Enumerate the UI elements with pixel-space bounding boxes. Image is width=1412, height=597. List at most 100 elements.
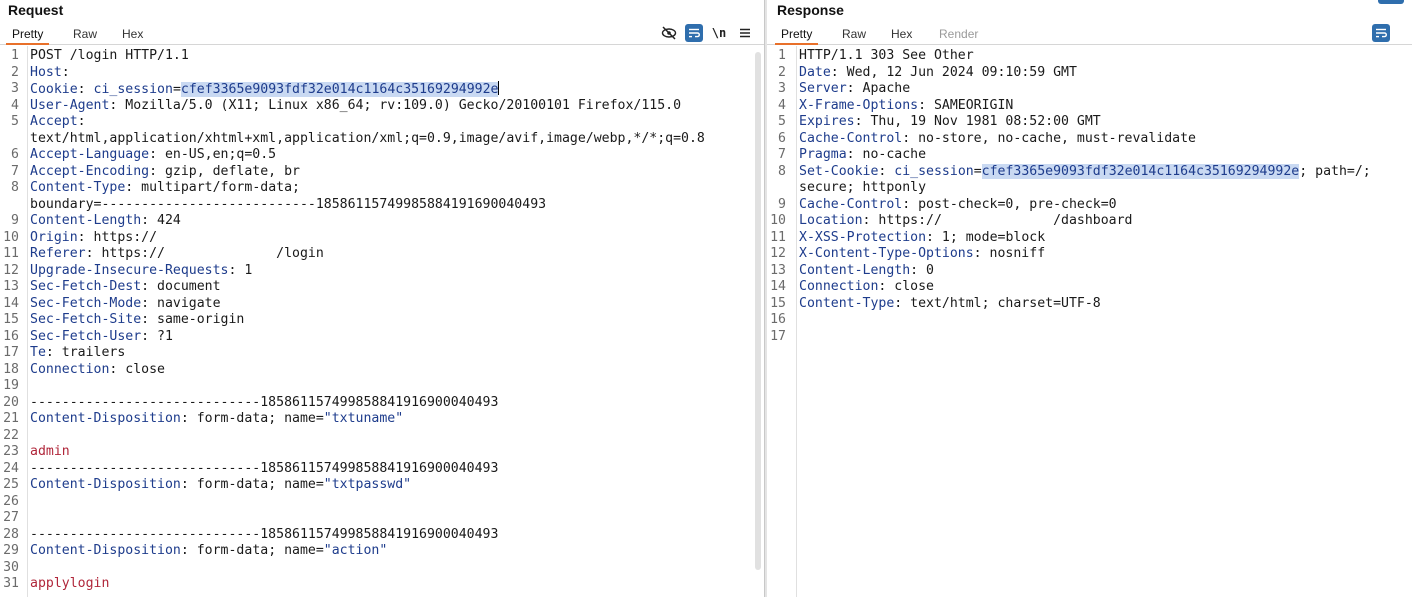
token: : 0: [910, 262, 934, 278]
line-number: 5: [11, 114, 19, 129]
line-text[interactable]: -----------------------------18586115749…: [30, 461, 498, 478]
line-text[interactable]: Te: trailers: [30, 345, 125, 362]
request-scrollbar[interactable]: [755, 52, 761, 570]
line-text[interactable]: boundary=---------------------------1858…: [30, 197, 546, 214]
line-text[interactable]: admin: [30, 444, 70, 461]
line-text[interactable]: Cookie: ci_session=cfef3365e9093fdf32e01…: [30, 81, 500, 99]
line-text[interactable]: Accept-Language: en-US,en;q=0.5: [30, 147, 276, 164]
response-pane: Response Pretty Raw Hex Render 1 HTTP/1.1…: [767, 0, 1412, 597]
highlighted-token: cfef3365e9093fdf32e014c1164c35169294992e: [981, 163, 1300, 179]
request-editor[interactable]: 1 POST /login HTTP/1.1 2 Host: 3 Cookie: ci_s…: [0, 46, 764, 597]
layout-toggle-icon[interactable]: [1378, 0, 1404, 4]
newline-toggle[interactable]: \n: [710, 24, 728, 42]
header-name: Upgrade-Insecure-Requests: [30, 262, 229, 278]
line-number: 30: [3, 559, 19, 575]
token: : close: [109, 361, 165, 377]
line-text[interactable]: Content-Disposition: form-data; name="ac…: [30, 543, 387, 560]
line-text[interactable]: HTTP/1.1 303 See Other: [799, 48, 974, 65]
line-text[interactable]: POST /login HTTP/1.1: [30, 48, 189, 65]
code-line: text/html,application/xhtml+xml,applicat…: [0, 131, 764, 148]
line-text[interactable]: Content-Length: 0: [799, 263, 934, 280]
token: : en-US,en;q=0.5: [149, 147, 277, 162]
line-text[interactable]: Location: https:// /dashboard: [799, 213, 1132, 230]
header-name: Referer: [30, 246, 86, 261]
line-text[interactable]: X-Content-Type-Options: nosniff: [799, 246, 1045, 263]
line-number: 12: [770, 246, 786, 261]
token: : multipart/form-data;: [125, 180, 300, 195]
line-text[interactable]: Referer: https:// /login: [30, 246, 324, 263]
eye-slash-icon[interactable]: [660, 24, 678, 42]
line-text[interactable]: Cache-Control: no-store, no-cache, must-…: [799, 131, 1196, 148]
token: -----------------------------18586115749…: [30, 526, 499, 542]
line-text[interactable]: Sec-Fetch-Site: same-origin: [30, 312, 244, 329]
line-text[interactable]: Sec-Fetch-User: ?1: [30, 329, 173, 346]
token: : text/html; charset=UTF-8: [894, 295, 1101, 311]
line-text[interactable]: Host:: [30, 65, 70, 82]
line-text[interactable]: Content-Disposition: form-data; name="tx…: [30, 411, 403, 428]
header-name: Pragma: [799, 147, 847, 162]
code-line: 16: [767, 312, 1412, 329]
response-tab-render[interactable]: Render: [939, 27, 978, 41]
response-tab-raw[interactable]: Raw: [842, 27, 866, 41]
request-tab-raw[interactable]: Raw: [73, 27, 97, 41]
line-text[interactable]: Set-Cookie: ci_session=cfef3365e9093fdf3…: [799, 163, 1371, 181]
line-text[interactable]: applylogin: [30, 576, 109, 593]
line-text[interactable]: Content-Length: 424: [30, 213, 181, 230]
line-number: 7: [778, 147, 786, 162]
code-line: 26: [0, 494, 764, 511]
line-text[interactable]: Content-Type: text/html; charset=UTF-8: [799, 296, 1101, 313]
token: : SAMEORIGIN: [918, 97, 1014, 113]
line-text[interactable]: Cache-Control: post-check=0, pre-check=0: [799, 197, 1117, 214]
line-text[interactable]: Connection: close: [30, 362, 165, 379]
line-text[interactable]: X-Frame-Options: SAMEORIGIN: [799, 98, 1013, 115]
header-name: Content-Disposition: [30, 543, 181, 558]
code-line: 4 User-Agent: Mozilla/5.0 (X11; Linux x86…: [0, 98, 764, 115]
token: : 1; mode=block: [926, 229, 1046, 245]
header-name: Accept: [30, 114, 78, 129]
header-name: Sec-Fetch-User: [30, 328, 142, 344]
line-text[interactable]: -----------------------------18586115749…: [30, 395, 498, 412]
line-number: 17: [770, 328, 786, 344]
line-text[interactable]: text/html,application/xhtml+xml,applicat…: [30, 131, 705, 148]
line-text[interactable]: Accept:: [30, 114, 86, 131]
line-text[interactable]: Sec-Fetch-Mode: navigate: [30, 296, 221, 313]
line-number: 4: [11, 97, 19, 113]
line-text[interactable]: Expires: Thu, 19 Nov 1981 08:52:00 GMT: [799, 114, 1101, 131]
code-line: 17 Te: trailers: [0, 345, 764, 362]
response-editor[interactable]: 1 HTTP/1.1 303 See Other 2 Date: Wed, 12 Ju…: [767, 46, 1412, 597]
line-number: 13: [770, 262, 786, 278]
line-text[interactable]: X-XSS-Protection: 1; mode=block: [799, 230, 1045, 247]
line-text[interactable]: Pragma: no-cache: [799, 147, 926, 164]
header-name: Content-Disposition: [30, 477, 181, 492]
header-name: Cache-Control: [799, 130, 903, 146]
token: HTTP/1.1 303 See Other: [799, 48, 974, 63]
line-text[interactable]: User-Agent: Mozilla/5.0 (X11; Linux x86_…: [30, 98, 681, 115]
request-tab-pretty[interactable]: Pretty: [5, 27, 50, 45]
word-wrap-icon[interactable]: [685, 24, 703, 42]
line-text[interactable]: Connection: close: [799, 279, 934, 296]
line-text[interactable]: secure; httponly: [799, 180, 926, 197]
token: applylogin: [30, 576, 110, 591]
line-number: 27: [3, 510, 19, 525]
word-wrap-icon[interactable]: [1372, 24, 1390, 42]
line-text[interactable]: Origin: https://: [30, 230, 157, 247]
line-text[interactable]: Content-Disposition: form-data; name="tx…: [30, 477, 411, 494]
hamburger-menu-icon[interactable]: [736, 24, 754, 42]
line-number: 7: [11, 163, 19, 179]
line-text[interactable]: Date: Wed, 12 Jun 2024 09:10:59 GMT: [799, 65, 1077, 82]
line-text[interactable]: Server: Apache: [799, 81, 910, 98]
line-text[interactable]: Sec-Fetch-Dest: document: [30, 279, 221, 296]
response-tab-hex[interactable]: Hex: [891, 27, 912, 41]
header-name: Server: [799, 81, 847, 96]
line-text[interactable]: Accept-Encoding: gzip, deflate, br: [30, 164, 300, 181]
line-number: 16: [770, 312, 786, 327]
code-line: 14 Sec-Fetch-Mode: navigate: [0, 296, 764, 313]
token: text/html,application/xhtml+xml,applicat…: [30, 130, 705, 146]
line-text[interactable]: Content-Type: multipart/form-data;: [30, 180, 300, 197]
response-tab-pretty[interactable]: Pretty: [774, 27, 819, 45]
request-tab-hex[interactable]: Hex: [122, 27, 143, 41]
token: "txtpasswd": [323, 477, 412, 492]
line-text[interactable]: -----------------------------18586115749…: [30, 527, 498, 544]
token: POST /login HTTP/1.1: [30, 48, 189, 63]
line-text[interactable]: Upgrade-Insecure-Requests: 1: [30, 263, 252, 280]
